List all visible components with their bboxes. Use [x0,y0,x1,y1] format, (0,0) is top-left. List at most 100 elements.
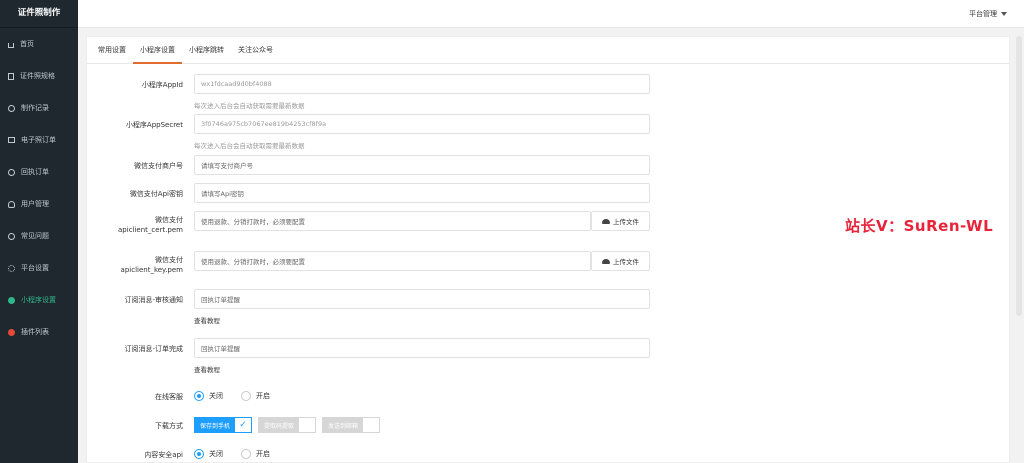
grid-icon [8,137,15,143]
sidebar-item-label: 首页 [20,40,34,48]
download-option-label: 发送到邮箱 [323,418,364,432]
sidebar-item-platform-settings[interactable]: 平台设置 [0,252,78,284]
sidebar-item-plugins[interactable]: 插件列表 [0,316,78,348]
apikey-label: 微信支付Api密钥 [129,190,183,198]
sidebar-item-label: 平台设置 [21,264,49,272]
security-off-radio[interactable] [194,449,204,459]
key-input[interactable]: 使用退款、分销打款时，必须要配置 [194,251,591,271]
cert-placeholder: 使用退款、分销打款时，必须要配置 [201,218,305,226]
document-icon [8,72,14,80]
cert-upload-label: 上传文件 [613,218,639,226]
key-upload-label: 上传文件 [613,258,639,266]
service-on-radio[interactable] [241,391,251,401]
security-on-radio[interactable] [241,449,251,459]
appid-value: wx1fdcaad9d0bf4088 [201,80,272,88]
sub-audit-placeholder: 回执订单提醒 [201,296,240,304]
appid-hint: 每次进入后台会自动获取需要最新数据 [194,102,305,110]
service-off-label: 关闭 [209,392,223,400]
key-label-line2: apiclient_key.pem [120,266,183,274]
clock-icon [8,104,15,112]
home-icon [8,42,14,48]
sidebar-item-label: 电子照订单 [21,136,56,144]
sub-done-tutorial-link[interactable]: 查看教程 [194,364,220,374]
user-icon [8,200,15,208]
miniprogram-icon [8,296,15,304]
key-label-line1: 微信支付 [155,256,183,264]
app-title: 证件照制作 [0,0,78,28]
sub-done-input[interactable]: 回执订单提醒 [194,338,650,358]
apikey-input[interactable]: 请填写Api密钥 [194,183,650,203]
sidebar-item-photo-specs[interactable]: 证件照规格 [0,60,78,92]
sidebar-item-records[interactable]: 制作记录 [0,92,78,124]
download-label: 下载方式 [155,422,183,430]
help-icon [8,232,15,240]
download-save-phone-toggle[interactable]: 保存到手机 ✓ [194,417,253,433]
appsecret-input[interactable]: 3f0746a975cb7067ee819b4253cf8f9a [194,114,650,134]
service-off-radio[interactable] [194,391,204,401]
security-off-label: 关闭 [209,450,223,458]
sidebar-item-faq[interactable]: 常见问题 [0,220,78,252]
watermark-text: 站长V：SuRen-WL [845,217,994,235]
sidebar-item-label: 常见问题 [21,232,49,240]
sub-done-label: 订阅消息-订单完成 [124,345,183,353]
cert-label-line1: 微信支付 [155,216,183,224]
sub-audit-input[interactable]: 回执订单提醒 [194,289,650,309]
sidebar-item-label: 插件列表 [21,328,49,336]
settings-panel: 常用设置 小程序设置 小程序跳转 关注公众号 小程序AppId wx1fdcaa… [86,36,1010,463]
sidebar-item-label: 证件照规格 [20,72,55,80]
cert-upload-button[interactable]: 上传文件 [591,211,650,231]
security-radio-group: 关闭 开启 [194,449,288,459]
sidebar-item-users[interactable]: 用户管理 [0,188,78,220]
download-option-label: 保存到手机 [195,418,236,432]
tab-miniprogram-settings[interactable]: 小程序设置 [133,45,182,64]
key-placeholder: 使用退款、分销打款时，必须要配置 [201,258,305,266]
sidebar-item-home[interactable]: 首页 [0,28,78,60]
mchid-input[interactable]: 请填写支付商户号 [194,155,650,175]
tab-follow-account[interactable]: 关注公众号 [231,45,280,63]
platform-menu[interactable]: 平台管理 [969,9,1007,19]
appsecret-hint: 每次进入后台会自动获取需要最新数据 [194,142,305,150]
appid-input[interactable]: wx1fdcaad9d0bf4088 [194,74,650,94]
tab-miniprogram-jump[interactable]: 小程序跳转 [182,45,231,63]
sidebar-item-label: 制作记录 [21,104,49,112]
mchid-label: 微信支付商户号 [134,162,183,170]
sidebar-item-receipt-orders[interactable]: 回执订单 [0,156,78,188]
key-upload-button[interactable]: 上传文件 [591,251,650,271]
sub-audit-tutorial-link[interactable]: 查看教程 [194,315,220,325]
service-on-label: 开启 [256,392,270,400]
gear-icon [8,264,15,272]
sidebar-item-label: 小程序设置 [21,296,56,304]
download-option-label: 提取码提取 [259,418,300,432]
sidebar-item-miniprogram-settings[interactable]: 小程序设置 [0,284,78,316]
sidebar-item-label: 回执订单 [21,168,49,176]
sidebar-item-e-orders[interactable]: 电子照订单 [0,124,78,156]
download-extract-code-toggle[interactable]: 提取码提取 [258,417,317,433]
appid-label: 小程序AppId [141,81,183,89]
service-label: 在线客服 [155,393,183,401]
page-scrollbar[interactable] [1016,36,1022,316]
appsecret-value: 3f0746a975cb7067ee819b4253cf8f9a [201,120,327,128]
cloud-upload-icon [602,258,610,264]
download-options: 保存到手机 ✓ 提取码提取 发送到邮箱 [194,417,386,433]
service-radio-group: 关闭 开启 [194,391,288,401]
apikey-placeholder: 请填写Api密钥 [201,190,244,198]
tab-bar: 常用设置 小程序设置 小程序跳转 关注公众号 [87,37,1009,64]
sidebar: 证件照制作 首页 证件照规格 制作记录 电子照订单 回执订单 用户管理 常见问题… [0,0,78,463]
caret-down-icon [1001,12,1007,16]
plugin-icon [8,328,15,336]
download-email-toggle[interactable]: 发送到邮箱 [322,417,381,433]
cert-input[interactable]: 使用退款、分销打款时，必须要配置 [194,211,591,231]
sub-done-placeholder: 回执订单提醒 [201,345,240,353]
sub-audit-label: 订阅消息-审核通知 [124,296,183,304]
cloud-upload-icon [602,218,610,224]
security-on-label: 开启 [256,450,270,458]
check-icon: ✓ [235,418,252,432]
top-bar: 平台管理 [78,0,1024,28]
sidebar-item-label: 用户管理 [21,200,49,208]
cart-icon [8,168,15,176]
cert-label-line2: apiclient_cert.pem [118,226,183,234]
mchid-placeholder: 请填写支付商户号 [201,162,253,170]
security-label: 内容安全api [144,451,183,459]
platform-menu-label: 平台管理 [969,10,997,18]
tab-common-settings[interactable]: 常用设置 [91,45,133,63]
